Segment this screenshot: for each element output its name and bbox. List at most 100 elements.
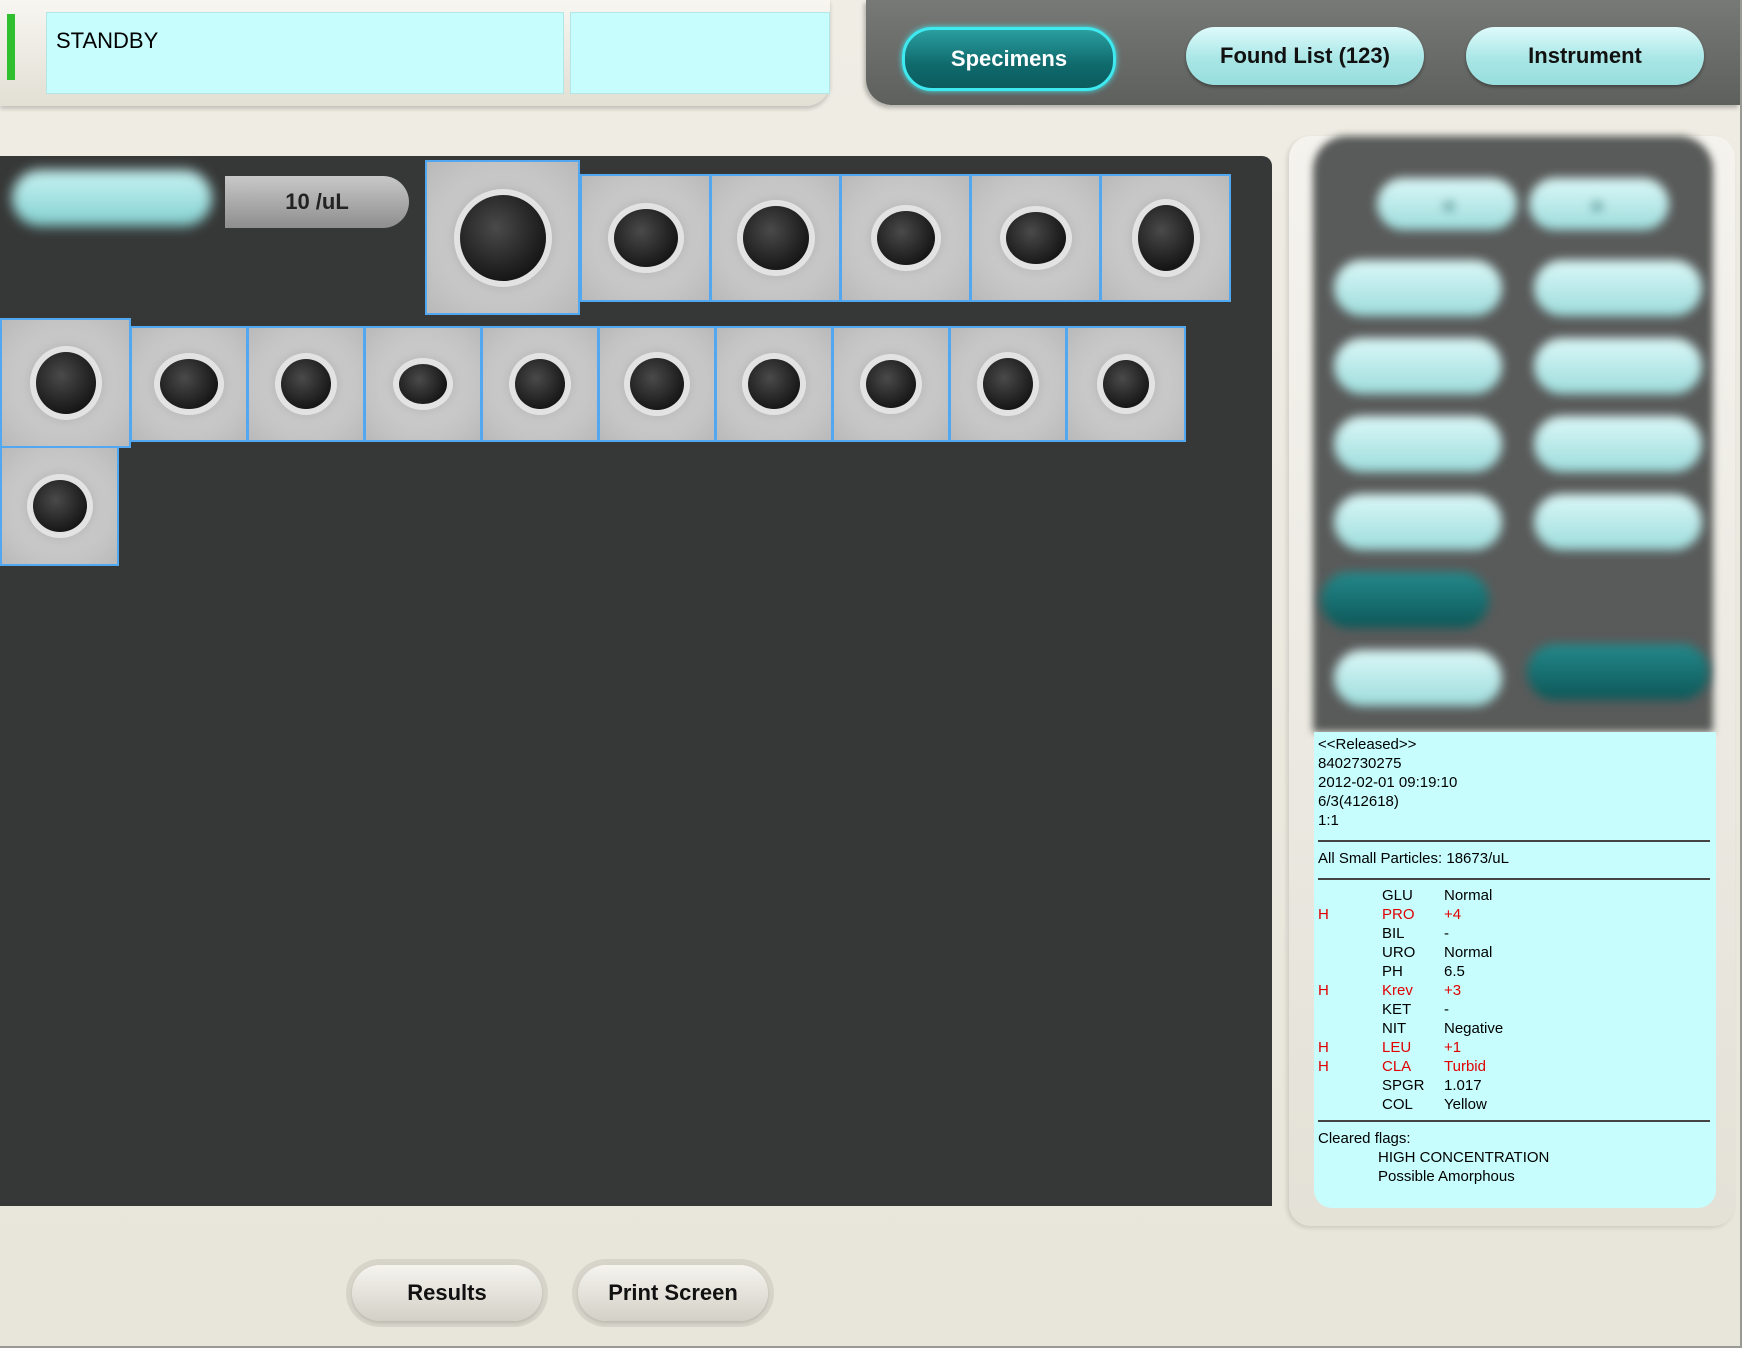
cell-image-tile[interactable] xyxy=(710,174,841,302)
cell-image-tile[interactable] xyxy=(1066,326,1186,442)
next-arrow-button[interactable]: ▶ xyxy=(1529,178,1669,230)
cell-image xyxy=(742,206,809,270)
category-button[interactable] xyxy=(1334,338,1502,394)
chemistry-value: 6.5 xyxy=(1444,963,1465,980)
category-button[interactable] xyxy=(1534,260,1702,316)
chemistry-row: SPGR 1.017 xyxy=(1318,1077,1708,1095)
cell-image xyxy=(983,358,1033,410)
chemistry-row: GLU Normal xyxy=(1318,887,1708,905)
status-led-indicator xyxy=(7,14,15,80)
chemistry-name: LEU xyxy=(1382,1039,1412,1056)
cell-image xyxy=(459,194,546,281)
cell-image-tile[interactable] xyxy=(364,326,482,442)
cell-image-tile[interactable] xyxy=(481,326,599,442)
cell-image-tile[interactable] xyxy=(0,446,119,566)
category-button[interactable] xyxy=(1534,338,1702,394)
category-button[interactable] xyxy=(1334,650,1502,706)
divider xyxy=(1318,840,1710,842)
chemistry-name: Krev xyxy=(1382,982,1413,999)
tab-specimens[interactable]: Specimens xyxy=(902,27,1116,91)
chemistry-value: Normal xyxy=(1444,887,1493,904)
status-bar: STANDBY xyxy=(0,0,830,106)
chemistry-name: PRO xyxy=(1382,906,1415,923)
cleared-flags-title: Cleared flags: xyxy=(1318,1130,1411,1147)
cell-image xyxy=(515,359,565,409)
chemistry-name: KET xyxy=(1382,1001,1412,1018)
chemistry-name: URO xyxy=(1382,944,1416,961)
dilution-ratio: 1:1 xyxy=(1318,812,1339,829)
analyzer-screen: STANDBY Specimens Found List (123) Instr… xyxy=(0,0,1742,1348)
tab-instrument[interactable]: Instrument xyxy=(1466,27,1704,85)
tab-found-list[interactable]: Found List (123) xyxy=(1186,27,1424,85)
cell-image-tile[interactable] xyxy=(1100,174,1231,302)
cell-image xyxy=(160,359,218,409)
category-button[interactable] xyxy=(1334,494,1502,550)
cell-image-tile[interactable] xyxy=(247,326,365,442)
cell-image-tile[interactable] xyxy=(949,326,1067,442)
status-secondary-cell xyxy=(570,12,830,94)
cell-image-tile[interactable] xyxy=(0,318,131,448)
status-text: STANDBY xyxy=(56,28,159,53)
results-button[interactable]: Results xyxy=(352,1265,542,1321)
cell-image xyxy=(876,211,935,265)
cell-image-tile[interactable] xyxy=(840,174,971,302)
category-button-selected[interactable] xyxy=(1321,572,1489,628)
chemistry-name: SPGR xyxy=(1382,1077,1425,1094)
chemistry-value: +4 xyxy=(1444,906,1462,923)
chemistry-name: BIL xyxy=(1382,925,1405,942)
chemistry-flag: H xyxy=(1318,1039,1329,1056)
cell-image-tile[interactable] xyxy=(425,160,580,315)
chemistry-value: Yellow xyxy=(1444,1096,1487,1113)
status-message-cell: STANDBY xyxy=(46,12,564,94)
chemistry-flag: H xyxy=(1318,982,1329,999)
cell-image xyxy=(1137,205,1194,271)
cell-image-tile[interactable] xyxy=(580,174,711,302)
chemistry-value: 1.017 xyxy=(1444,1077,1482,1094)
chemistry-value: +1 xyxy=(1444,1039,1462,1056)
chemistry-row: KET - xyxy=(1318,1001,1708,1019)
cleared-flag-item: HIGH CONCENTRATION xyxy=(1378,1149,1550,1166)
chemistry-row: H LEU +1 xyxy=(1318,1039,1708,1057)
chemistry-value: +3 xyxy=(1444,982,1462,999)
cell-image xyxy=(630,358,684,410)
cell-image xyxy=(281,359,331,409)
divider xyxy=(1318,1120,1710,1122)
cell-image-tile[interactable] xyxy=(715,326,833,442)
previous-arrow-button[interactable]: ◀ xyxy=(1377,178,1517,230)
divider xyxy=(1318,878,1710,880)
cell-image-tile[interactable] xyxy=(130,326,248,442)
specimen-datetime: 2012-02-01 09:19:10 xyxy=(1318,774,1458,791)
chemistry-value: - xyxy=(1444,925,1449,942)
chemistry-flag: H xyxy=(1318,1058,1329,1075)
chemistry-row: URO Normal xyxy=(1318,944,1708,962)
cell-image-tile[interactable] xyxy=(970,174,1101,302)
category-button[interactable] xyxy=(1527,644,1709,700)
category-button[interactable] xyxy=(1334,416,1502,472)
cell-image xyxy=(866,360,916,408)
chemistry-row: COL Yellow xyxy=(1318,1096,1708,1114)
cell-image xyxy=(1103,360,1149,408)
specimen-id: 8402730275 xyxy=(1318,755,1402,772)
category-button[interactable] xyxy=(1534,494,1702,550)
chemistry-name: CLA xyxy=(1382,1058,1412,1075)
cell-image-tile[interactable] xyxy=(832,326,950,442)
print-screen-button[interactable]: Print Screen xyxy=(578,1265,768,1321)
chemistry-row: H CLA Turbid xyxy=(1318,1058,1708,1076)
cell-image xyxy=(748,359,800,409)
chemistry-row: H PRO +4 xyxy=(1318,906,1708,924)
chemistry-value: Turbid xyxy=(1444,1058,1486,1075)
main-nav: Specimens Found List (123) Instrument xyxy=(866,0,1740,105)
chemistry-name: GLU xyxy=(1382,887,1413,904)
cell-image xyxy=(1005,212,1066,264)
category-button[interactable] xyxy=(12,170,212,226)
cell-image xyxy=(613,209,678,267)
small-particles-count: All Small Particles: 18673/uL xyxy=(1318,850,1509,867)
chemistry-name: NIT xyxy=(1382,1020,1407,1037)
category-button[interactable] xyxy=(1534,416,1702,472)
cleared-flag-item: Possible Amorphous xyxy=(1378,1168,1515,1185)
chemistry-row: BIL - xyxy=(1318,925,1708,943)
cell-image-tile[interactable] xyxy=(598,326,716,442)
chemistry-value: Negative xyxy=(1444,1020,1504,1037)
category-button[interactable] xyxy=(1334,260,1502,316)
chemistry-value: - xyxy=(1444,1001,1449,1018)
